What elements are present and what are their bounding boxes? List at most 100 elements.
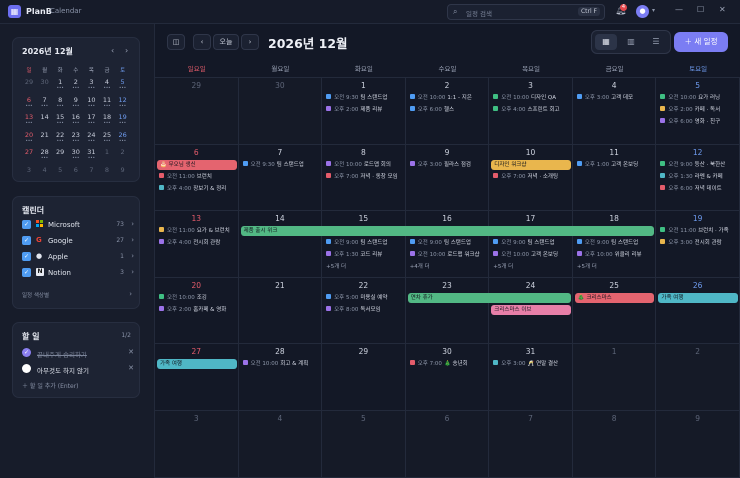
todo-item[interactable]: ✓ 끝내주게 승리하기 ✕: [22, 347, 134, 360]
event-item[interactable]: 오후 4:00 장보기 & 정리: [159, 184, 236, 194]
event-item[interactable]: 오전 11:00 브런치: [159, 172, 236, 182]
day-cell[interactable]: 2 오전 10:00 1:1 - 지은 오후 6:00 헬스: [405, 78, 490, 145]
mini-day[interactable]: 30: [38, 78, 52, 86]
calendar-color-setting[interactable]: 일정 색상별: [22, 291, 49, 299]
event-item[interactable]: 오후 1:00 고객 온보딩: [576, 160, 654, 170]
event-item[interactable]: 오전 10:00 고객 온보딩: [493, 250, 570, 260]
mini-day[interactable]: 4: [38, 166, 52, 174]
delete-icon[interactable]: ✕: [128, 348, 134, 356]
day-cell[interactable]: 4: [238, 411, 323, 478]
event-bar[interactable]: 가족 여행: [157, 359, 237, 370]
event-item[interactable]: 오후 3:00 고객 데모: [576, 93, 654, 103]
day-cell[interactable]: 28 오전 10:00 회고 & 계획: [238, 344, 323, 411]
day-cell[interactable]: 12 오전 9:00 등산 · 북한산 오후 1:30 라멘 & 카페 오후 6:00 저녁…: [656, 144, 740, 212]
mini-day[interactable]: 4 •••: [100, 78, 114, 90]
day-cell[interactable]: 5: [322, 411, 406, 478]
mini-day[interactable]: 21: [38, 131, 52, 139]
event-item[interactable]: 오후 3:00 🥂 연말 결산: [493, 359, 570, 369]
day-cell[interactable]: 8 오전 10:00 로드맵 회의 오후 7:00 저녁 · 동창 모임: [322, 144, 406, 212]
mini-day[interactable]: 27: [22, 148, 36, 156]
mini-prev-icon[interactable]: ‹: [111, 46, 114, 55]
event-item[interactable]: 오후 7:00 저녁 · 동창 모임: [326, 172, 403, 182]
check-icon[interactable]: ✓: [22, 236, 31, 245]
event-bar[interactable]: 제품 출시 위크: [240, 226, 655, 237]
mini-day[interactable]: 30 •••: [69, 148, 83, 160]
day-cell[interactable]: 21: [238, 277, 323, 345]
event-item[interactable]: 오전 10:00 회고 & 계획: [242, 359, 320, 369]
check-icon[interactable]: ✓: [22, 252, 31, 261]
day-cell[interactable]: 9 오후 3:00 필라스 점검: [405, 144, 490, 212]
mini-next-icon[interactable]: ›: [125, 46, 128, 55]
todo-checkbox[interactable]: [22, 364, 31, 373]
event-item[interactable]: 오전 9:30 팀 스탠드업: [242, 160, 320, 170]
day-cell[interactable]: 2: [656, 344, 740, 411]
event-item[interactable]: 오전 11:00 브런치 · 가족: [660, 226, 737, 236]
event-item[interactable]: 오후 8:00 독서모임: [326, 305, 403, 315]
mini-day[interactable]: 3: [22, 166, 36, 174]
mini-day[interactable]: 28 •••: [38, 148, 52, 160]
mini-day[interactable]: 29: [53, 148, 67, 156]
mini-day[interactable]: 22 •••: [53, 131, 67, 143]
event-item[interactable]: 오전 11:00 요가 & 브런치: [159, 226, 236, 236]
day-cell[interactable]: 6: [405, 411, 490, 478]
avatar[interactable]: ●: [636, 5, 649, 18]
chevron-down-icon[interactable]: ▾: [652, 7, 655, 14]
mini-day[interactable]: 9: [116, 166, 130, 174]
search-input[interactable]: ⌕ 일정 검색 Ctrl F: [447, 4, 605, 20]
mini-day[interactable]: 1: [100, 148, 114, 156]
delete-icon[interactable]: ✕: [128, 364, 134, 372]
mini-day[interactable]: 9 •••: [69, 96, 83, 108]
day-cell[interactable]: 3: [155, 411, 239, 478]
mini-day[interactable]: 5: [53, 166, 67, 174]
day-cell[interactable]: 22 오후 5:00 미용실 예약 오후 8:00 독서모임: [322, 277, 406, 345]
mini-day[interactable]: 15 •••: [53, 113, 67, 125]
maximize-icon[interactable]: ☐: [697, 5, 704, 14]
day-cell[interactable]: 26: [656, 277, 740, 345]
mini-day[interactable]: 11 •••: [100, 96, 114, 108]
minimize-icon[interactable]: —: [675, 5, 683, 14]
event-item[interactable]: 오전 10:00 1:1 - 지은: [409, 93, 487, 103]
event-item[interactable]: 오후 2:00 카페 · 독서: [660, 105, 737, 115]
event-item[interactable]: 오후 10:00 위클리 리뷰: [576, 250, 654, 260]
event-bar[interactable]: 가족 여행: [658, 292, 738, 303]
mini-day[interactable]: 16 •••: [69, 113, 83, 125]
day-cell[interactable]: 30 오후 7:00 🎄 송년회: [405, 344, 490, 411]
mini-day[interactable]: 26 •••: [116, 131, 130, 143]
day-cell[interactable]: 15 오전 9:00 팀 스탠드업 오후 1:30 코드 리뷰 +5개 더: [322, 211, 406, 278]
mini-day[interactable]: 3 •••: [84, 78, 98, 90]
check-icon[interactable]: ✓: [22, 348, 31, 357]
more-events-link[interactable]: +5개 더: [577, 262, 597, 270]
day-cell[interactable]: 7: [489, 411, 573, 478]
day-cell[interactable]: 14: [238, 211, 323, 278]
day-cell[interactable]: 13 오전 11:00 요가 & 브런치 오후 4:00 전시회 관람: [155, 211, 239, 278]
mini-day[interactable]: 17 •••: [84, 113, 98, 125]
day-cell[interactable]: 1 오전 9:30 팀 스탠드업 오후 2:00 제품 리뷰: [322, 78, 406, 145]
event-item[interactable]: 오후 7:00 🎄 송년회: [409, 359, 487, 369]
event-item[interactable]: 오후 2:00 홈카페 & 영화: [159, 305, 236, 315]
event-bar[interactable]: 연차 휴가: [407, 292, 571, 303]
mini-day[interactable]: 2: [116, 148, 130, 156]
week-view-icon[interactable]: ▥: [620, 34, 642, 50]
calendar-item-notion[interactable]: ✓ N Notion 3 ›: [22, 267, 134, 279]
day-cell[interactable]: 16 오전 9:00 팀 스탠드업 오전 10:00 로드맵 워크샵 +4개 더: [405, 211, 490, 278]
mini-day[interactable]: 23 •••: [69, 131, 83, 143]
event-item[interactable]: 오후 4:00 스프린트 회고: [493, 105, 570, 115]
mini-day[interactable]: 5 •••: [116, 78, 130, 90]
todo-add-input[interactable]: ＋ 할 일 추가 (Enter): [22, 381, 79, 390]
chevron-right-icon[interactable]: ›: [131, 268, 134, 276]
day-cell[interactable]: 7 오전 9:30 팀 스탠드업: [238, 144, 323, 212]
mini-day[interactable]: 18 •••: [100, 113, 114, 125]
day-cell[interactable]: 11 오후 1:00 고객 온보딩: [572, 144, 657, 212]
month-view-icon[interactable]: ▦: [595, 34, 617, 50]
day-cell[interactable]: 10 오후 7:00 저녁 · 소개팅: [489, 144, 573, 212]
event-item[interactable]: 오전 9:00 팀 스탠드업: [326, 238, 403, 248]
chevron-right-icon[interactable]: ›: [131, 252, 134, 260]
more-events-link[interactable]: +4개 더: [410, 262, 430, 270]
event-item[interactable]: 오후 5:00 미용실 예약: [326, 293, 403, 303]
event-item[interactable]: 오전 9:00 등산 · 북한산: [660, 160, 737, 170]
mini-day[interactable]: 24 •••: [84, 131, 98, 143]
event-bar[interactable]: 디자인 워크샵: [491, 159, 571, 170]
event-bar[interactable]: 크리스마스 이브: [491, 304, 571, 315]
event-item[interactable]: 오후 6:00 헬스: [409, 105, 487, 115]
day-cell[interactable]: 29: [322, 344, 406, 411]
